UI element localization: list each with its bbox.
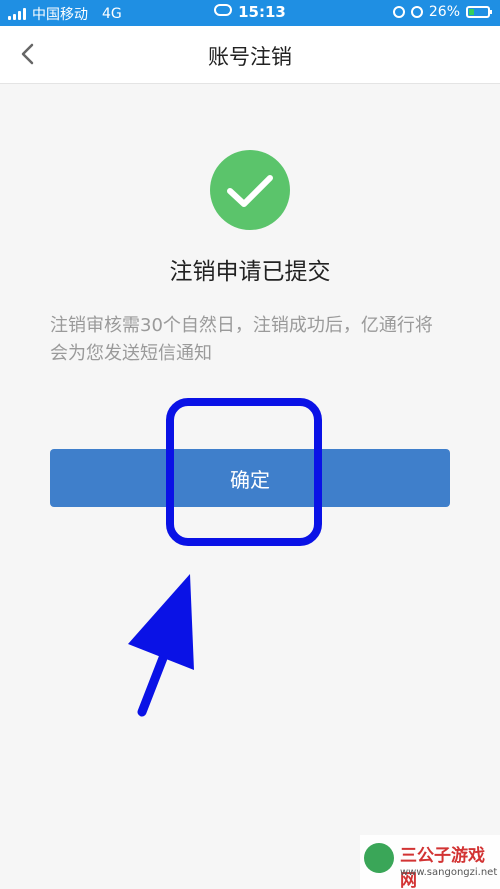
status-bar: 中国移动 4G 15:13 26% — [0, 0, 500, 26]
location-icon — [392, 6, 405, 18]
success-check-icon — [210, 150, 290, 230]
nav-bar: 账号注销 — [0, 26, 500, 84]
result-description: 注销审核需30个自然日，注销成功后，亿通行将会为您发送短信通知 — [50, 315, 433, 364]
status-right: 26% — [392, 4, 492, 20]
annotation-arrow-icon — [128, 574, 194, 717]
watermark-logo-icon — [364, 843, 394, 873]
watermark-name: 三公子游戏网 — [400, 846, 485, 889]
page-title: 账号注销 — [208, 45, 292, 69]
status-time: 15:13 — [238, 3, 286, 21]
annotation-highlight-box — [166, 398, 322, 546]
battery-percent: 26% — [428, 4, 460, 20]
watermark-url: www.sangongzi.net — [400, 867, 498, 878]
hotspot-icon — [214, 4, 233, 16]
battery-fill — [469, 9, 475, 15]
alarm-icon — [410, 6, 423, 18]
result-title: 注销申请已提交 — [169, 259, 331, 285]
battery-icon — [466, 6, 492, 18]
screen: 中国移动 4G 15:13 26% 账号注销 注销申请已提交 注销审核需30个自… — [0, 0, 500, 889]
watermark: 三公子游戏网 www.sangongzi.net — [360, 835, 500, 889]
